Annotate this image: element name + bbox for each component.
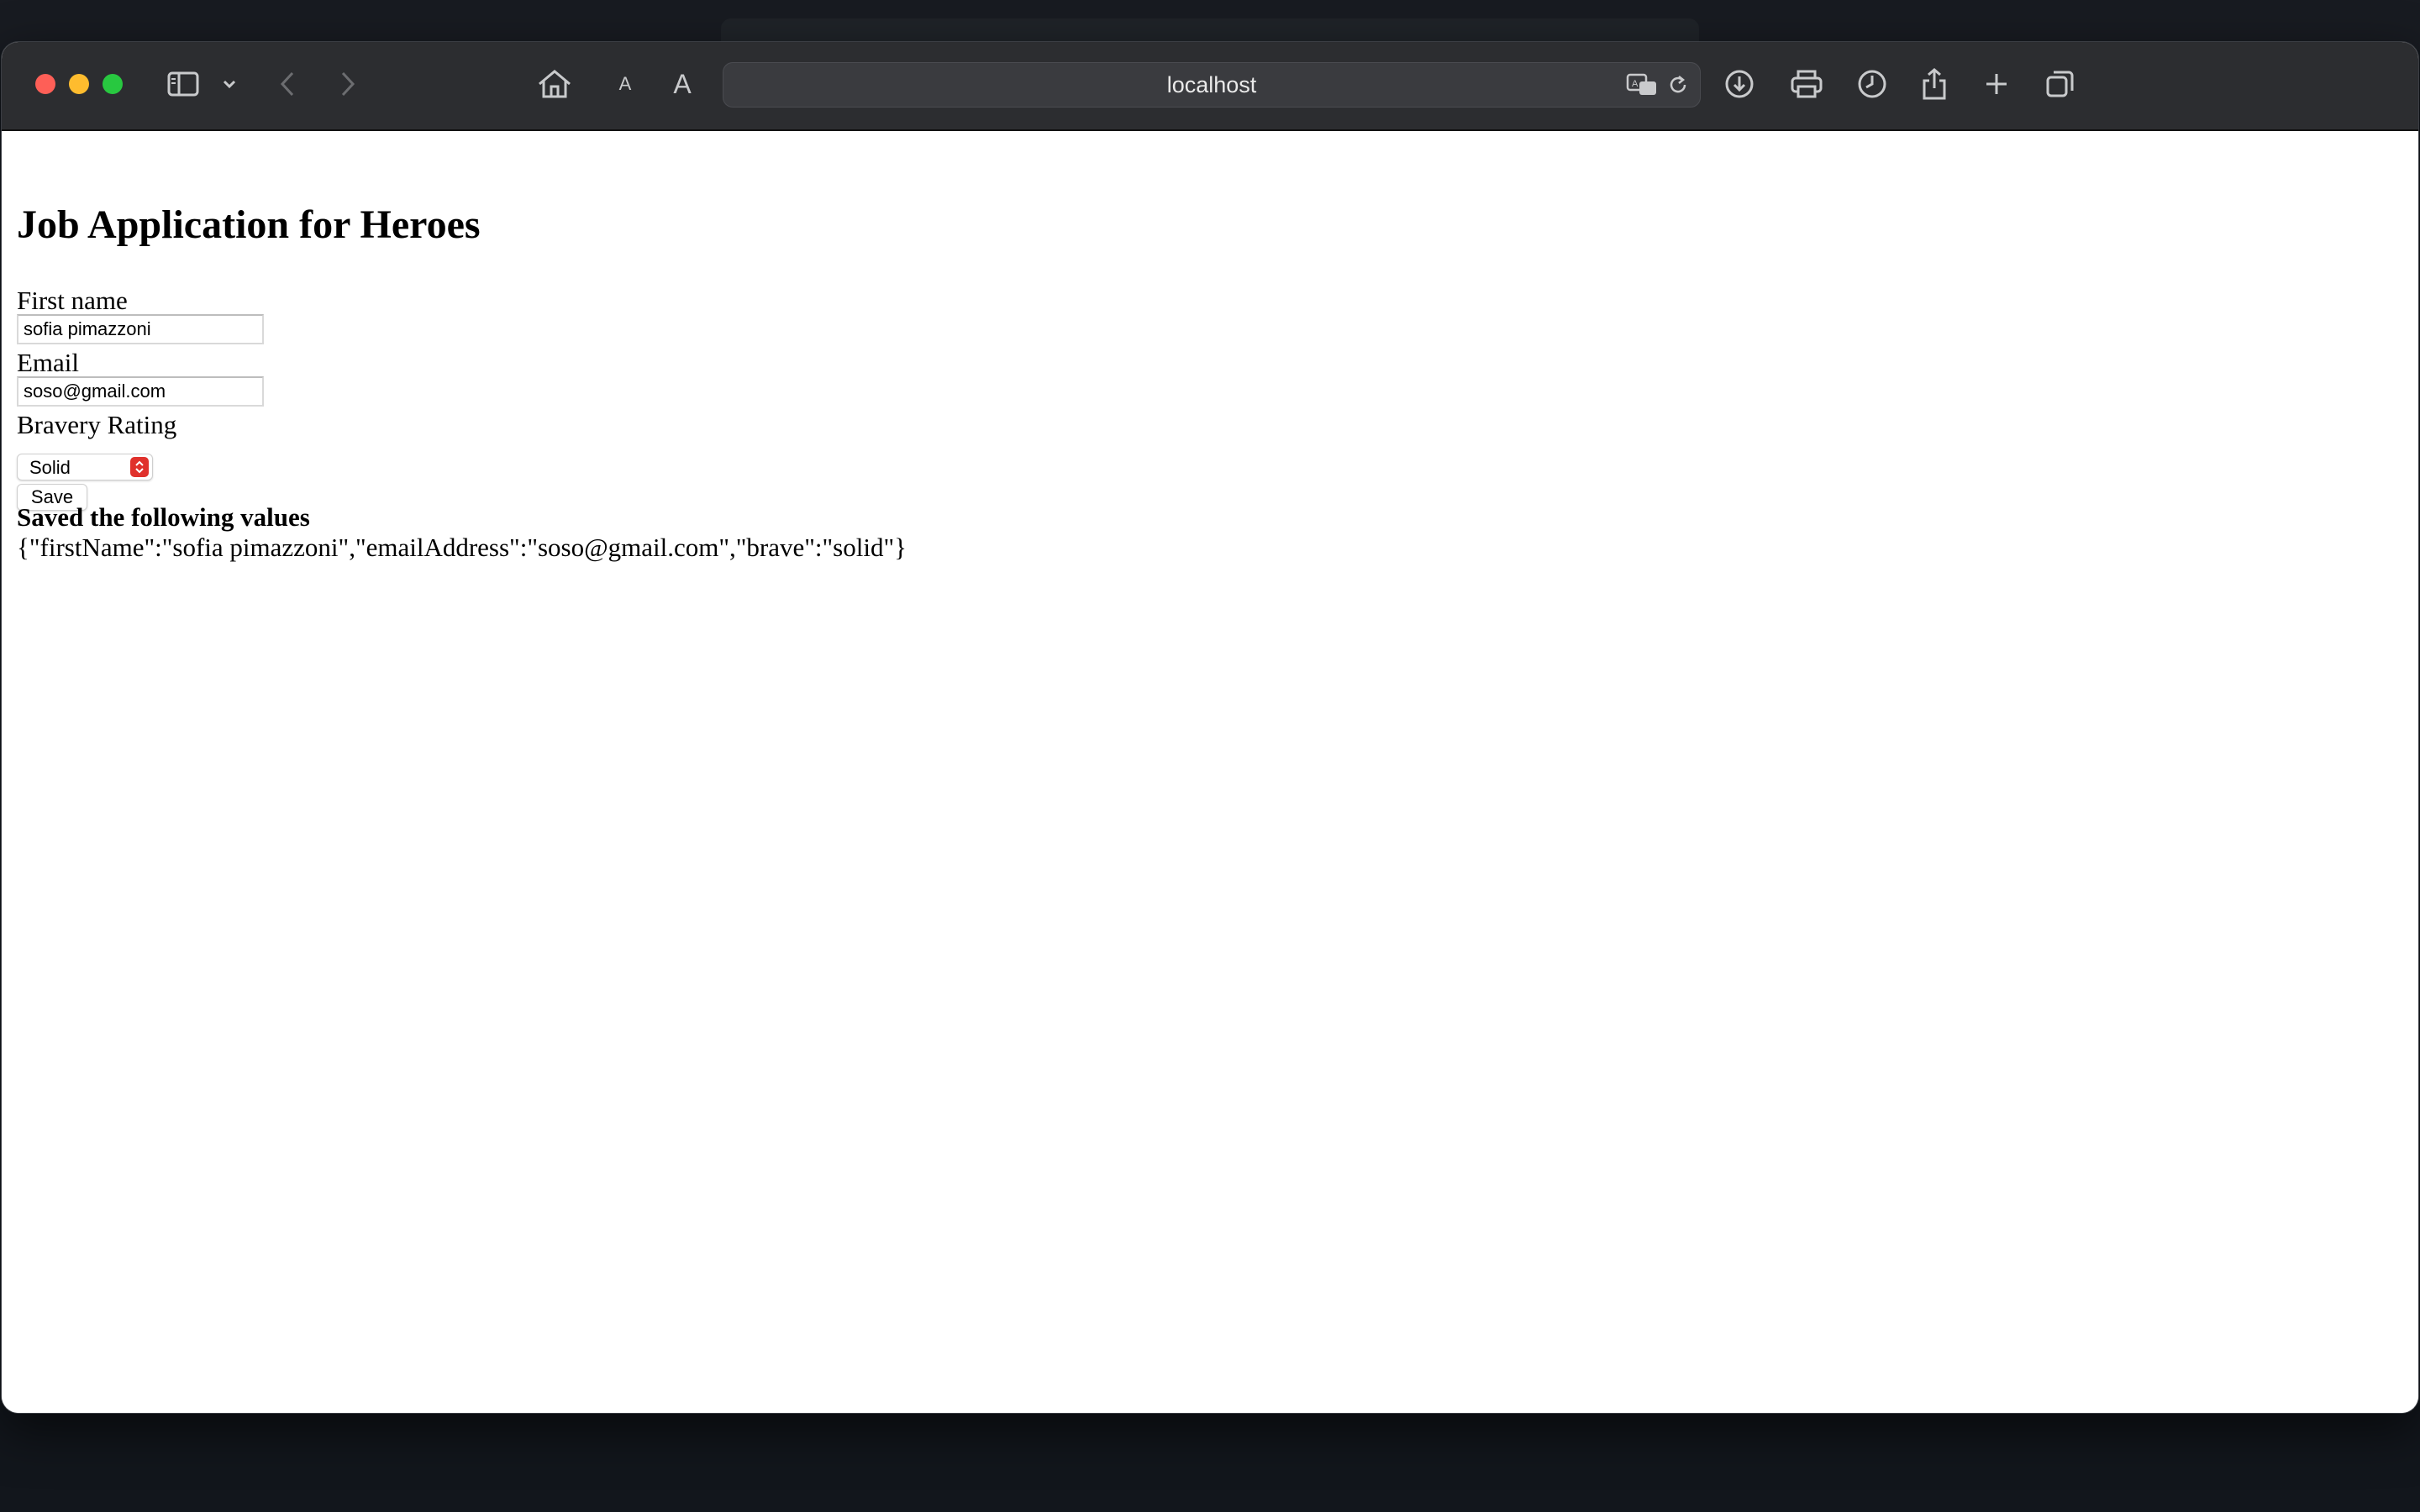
email-input[interactable] xyxy=(17,376,264,407)
print-icon[interactable] xyxy=(1788,64,1825,104)
reload-icon[interactable] xyxy=(1665,65,1691,105)
tabs-overview-icon[interactable] xyxy=(2044,64,2077,104)
email-label: Email xyxy=(17,348,80,377)
address-bar[interactable]: localhost A xyxy=(723,62,1701,108)
home-icon[interactable] xyxy=(534,64,575,104)
browser-window: A A localhost A Job Application for Hero… xyxy=(2,42,2418,1413)
share-icon[interactable] xyxy=(1919,64,1949,104)
first-name-input[interactable] xyxy=(17,314,264,344)
close-window-button[interactable] xyxy=(35,74,55,94)
page-title: Job Application for Heroes xyxy=(17,202,481,247)
url-text: localhost xyxy=(1166,72,1257,97)
history-icon[interactable] xyxy=(1855,64,1889,104)
bravery-rating-value: Solid xyxy=(29,457,71,478)
new-tab-icon[interactable] xyxy=(1981,64,2012,104)
text-smaller-icon[interactable]: A xyxy=(613,64,637,104)
sidebar-icon[interactable] xyxy=(165,64,202,104)
minimize-window-button[interactable] xyxy=(69,74,89,94)
select-arrows-icon xyxy=(130,457,149,477)
forward-icon[interactable] xyxy=(333,64,363,104)
svg-text:A: A xyxy=(1632,79,1639,89)
first-name-label: First name xyxy=(17,286,128,315)
saved-heading: Saved the following values xyxy=(17,502,310,532)
page-content: Job Application for Heroes First name Em… xyxy=(2,131,2418,1413)
browser-toolbar: A A localhost A xyxy=(2,42,2418,131)
chevron-down-icon[interactable] xyxy=(218,64,240,104)
bravery-rating-label: Bravery Rating xyxy=(17,410,177,439)
bravery-rating-select[interactable]: Solid xyxy=(17,454,153,480)
translate-icon[interactable]: A xyxy=(1625,65,1659,105)
text-larger-icon[interactable]: A xyxy=(667,64,697,104)
maximize-window-button[interactable] xyxy=(103,74,123,94)
saved-values-json: {"firstName":"sofia pimazzoni","emailAdd… xyxy=(17,533,908,562)
download-icon[interactable] xyxy=(1723,64,1756,104)
back-icon[interactable] xyxy=(272,64,302,104)
